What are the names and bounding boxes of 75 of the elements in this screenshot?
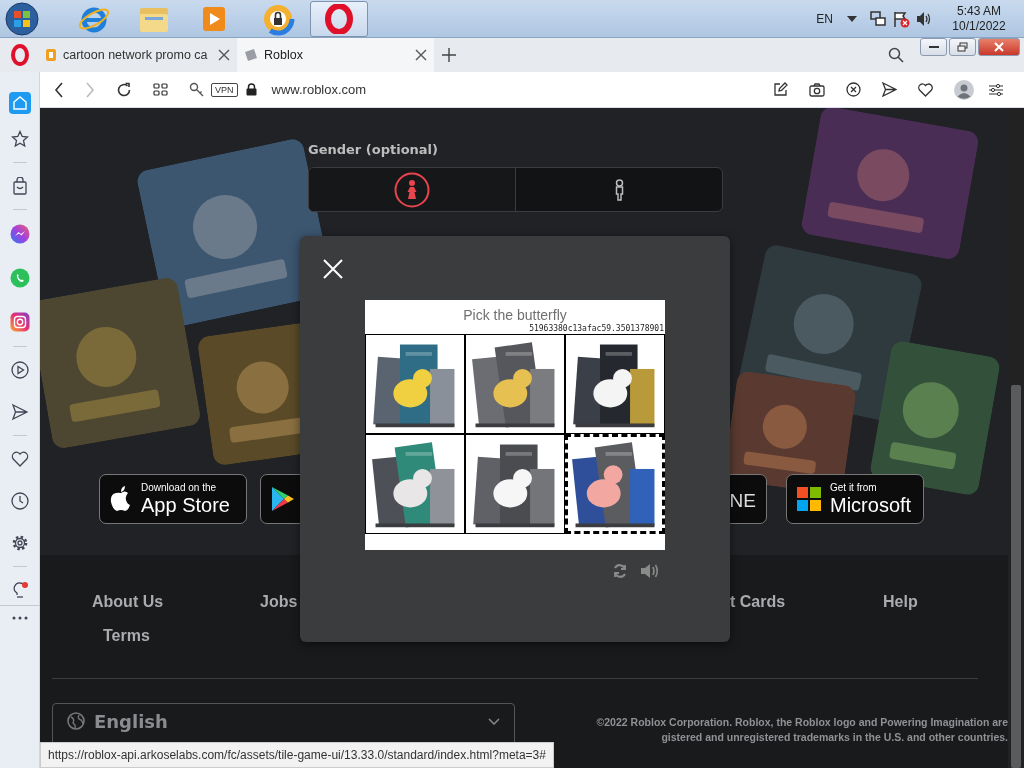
copyright-text: ©2022 Roblox Corporation. Roblox, the Roblox logo and Powering Imagination are [596,715,1008,730]
star-icon[interactable] [10,130,29,148]
minimize-button[interactable] [920,38,947,56]
heart-icon[interactable] [918,82,933,97]
clock-time: 5:43 AM [957,3,1001,19]
back-icon[interactable] [54,81,64,98]
male-icon [614,178,624,201]
flag-icon[interactable] [892,9,910,28]
session-code: 51963380c13afac59.3501378901 [528,324,665,334]
caret-icon[interactable] [847,15,857,22]
restore-button[interactable] [949,38,976,56]
browser-tab[interactable]: cartoon network promo ca [38,38,237,72]
scrollbar[interactable] [1008,108,1024,768]
blocked-circle-icon[interactable] [846,82,861,97]
footer-link[interactable]: Terms [103,627,150,644]
close-icon [994,42,1004,52]
home-icon [12,96,27,110]
language-indicator[interactable]: EN [816,11,833,26]
ring-icon [324,3,354,34]
store-badge[interactable]: Get it from Microsoft [786,474,924,524]
network-icon[interactable] [869,9,887,28]
globe-icon [67,712,85,730]
link-tooltip: https://roblox-api.arkoselabs.com/fc/assets/tile-game-ui/13.33.0/standard/index.html?meta=3# [40,742,554,768]
more-icon[interactable] [11,616,28,620]
apple-icon [110,486,132,512]
shopping-bag-icon[interactable] [10,177,29,195]
address-field[interactable]: www.roblox.com [271,82,773,97]
field-label: Gender (optional) [308,142,439,157]
vpn-badge[interactable]: VPN [211,82,238,97]
restore-icon [957,42,968,52]
plus-icon[interactable] [442,48,456,62]
refresh-icon[interactable] [612,563,628,579]
camera-icon[interactable] [809,82,825,97]
footer-link[interactable]: Jobs [260,593,298,610]
clock-date: 10/1/2022 [952,18,1006,34]
clock-icon[interactable] [10,492,29,510]
send-icon[interactable] [10,403,29,421]
grid-icon[interactable] [153,83,168,96]
page-icon [244,48,258,62]
four-squares-icon [797,487,821,511]
footer-link[interactable]: Help [883,593,918,610]
edit-icon[interactable] [773,82,788,97]
search-icon[interactable] [888,47,904,63]
heart-icon[interactable] [10,450,29,468]
copyright-text: gistered and unregistered trademarks in the U.S. and other countries. [661,730,1008,745]
bookmark-icon [45,48,57,62]
close-icon[interactable] [218,49,230,61]
female-icon [394,171,430,208]
settings-icon[interactable] [10,534,29,552]
close-icon[interactable] [415,49,427,61]
gender-option[interactable] [309,168,515,211]
captcha-prompt: Pick the butterfly [462,307,568,324]
store-badge[interactable]: Download on the App Store [99,474,247,524]
chat-bubble-icon[interactable] [9,224,30,244]
start-orb-icon[interactable] [5,1,39,36]
footer-link[interactable]: t Cards [730,593,786,610]
footer-link[interactable]: About Us [92,593,164,610]
browser-tab[interactable]: Roblox [237,38,434,72]
ring-icon[interactable] [9,44,31,66]
sliders-icon[interactable] [989,83,1003,96]
send-icon[interactable] [882,82,897,97]
avatar-icon[interactable] [954,79,974,100]
chevron-down-icon [488,717,500,725]
scrollbar-thumb[interactable] [1011,385,1021,768]
play-triangle-icon [271,486,295,512]
key-icon[interactable] [189,81,205,98]
lightbulb-icon[interactable] [10,581,29,599]
minimize-icon [928,45,939,49]
camera-square-icon[interactable] [9,312,30,332]
play-circle-icon[interactable] [10,361,29,379]
reload-icon[interactable] [116,81,132,98]
home-button[interactable] [8,92,31,114]
taskbar-button[interactable] [310,0,368,37]
lock-icon[interactable] [245,83,257,96]
close-button[interactable] [978,38,1020,56]
